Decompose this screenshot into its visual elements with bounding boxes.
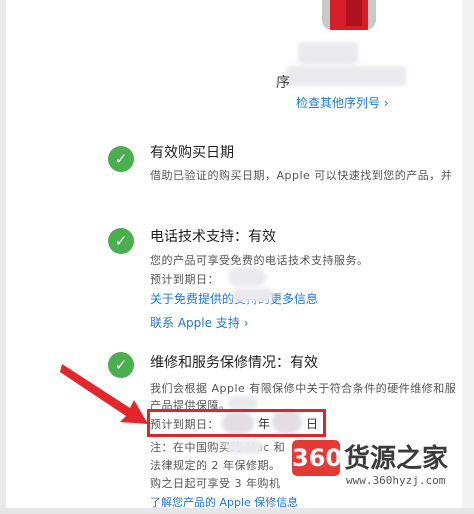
site-watermark: 360 货源之家 www.360hyzj.com bbox=[292, 436, 472, 492]
repair-note-line1: 注：在中国购买的 Mac 和 bbox=[150, 441, 286, 454]
repair-coverage-description-line1: 我们会根据 Apple 有限保修中关于符合条件的硬件维修和服 bbox=[150, 382, 457, 395]
phone-support-expiry-label: 预计到期日： bbox=[150, 273, 219, 286]
redacted-serial-number bbox=[286, 66, 406, 86]
phone-support-title: 电话技术支持：有效 bbox=[150, 229, 276, 245]
view-other-serial-link[interactable]: 检查其他序列号 › bbox=[296, 94, 389, 111]
watermark-site-name: 货源之家 bbox=[344, 444, 449, 474]
expiry-date-highlight-box bbox=[147, 409, 326, 437]
redacted-device-name bbox=[298, 42, 358, 64]
redacted-overlay bbox=[228, 396, 258, 410]
redacted-overlay bbox=[226, 440, 264, 454]
watermark-logo-badge: 360 bbox=[292, 440, 342, 476]
left-frame-edge bbox=[0, 0, 6, 514]
device-thumbnail bbox=[322, 0, 376, 30]
watermark-url: www.360hyzj.com bbox=[346, 474, 446, 487]
contact-apple-support-link[interactable]: 联系 Apple 支持 › bbox=[150, 314, 248, 331]
red-arrow-annotation bbox=[60, 364, 148, 424]
bottom-frame-edge bbox=[0, 508, 474, 514]
check-icon: ✓ bbox=[108, 228, 134, 254]
repair-note-line3: 购之日起可享受 3 年购机 bbox=[150, 477, 281, 490]
redacted-overlay bbox=[232, 288, 274, 302]
serial-prefix-label: 序 bbox=[276, 75, 290, 91]
repair-note-line2: 法律规定的 2 年保修期。 bbox=[150, 459, 281, 472]
check-icon: ✓ bbox=[108, 146, 134, 172]
repair-coverage-title: 维修和服务保修情况：有效 bbox=[150, 355, 318, 371]
phone-support-description: 您的产品可享受免费的电话技术支持服务。 bbox=[150, 254, 369, 267]
purchase-date-title: 有效购买日期 bbox=[150, 145, 234, 161]
redacted-expiry-date bbox=[228, 268, 266, 286]
purchase-date-description: 借助已验证的购买日期，Apple 可以快速找到您的产品，并 bbox=[150, 169, 453, 182]
